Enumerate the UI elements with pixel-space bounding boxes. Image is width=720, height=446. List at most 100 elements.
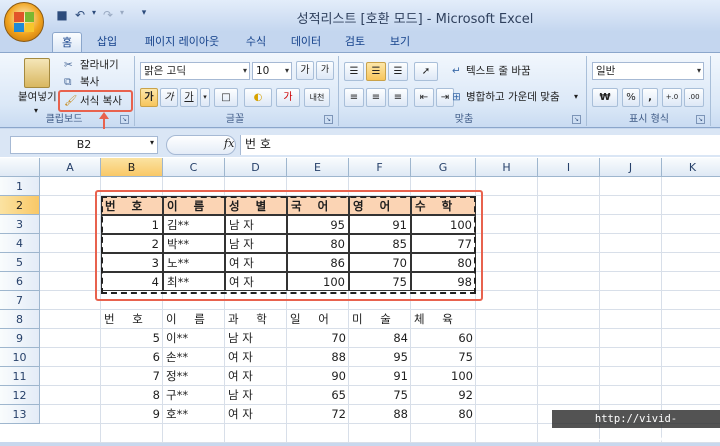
row-header-4[interactable]: 4 — [0, 234, 40, 253]
align-bottom-button[interactable]: ☰ — [388, 62, 408, 81]
format-painter-button[interactable]: 서식 복사 — [80, 92, 122, 110]
table-cell[interactable]: 95 — [349, 348, 411, 367]
font-launcher-icon[interactable]: ↘ — [324, 115, 333, 124]
italic-button[interactable]: 가 — [160, 88, 178, 107]
column-header-h[interactable]: H — [476, 158, 538, 177]
table-cell[interactable]: 5 — [101, 329, 163, 348]
currency-button[interactable]: ₩ — [592, 88, 618, 107]
fill-color-button[interactable]: ◐ — [244, 88, 272, 107]
row-header-5[interactable]: 5 — [0, 253, 40, 272]
formula-input[interactable]: 번 호 — [240, 135, 720, 155]
table-cell[interactable]: 60 — [411, 329, 476, 348]
row-header-13[interactable]: 13 — [0, 405, 40, 424]
tab-insert[interactable]: 삽입 — [88, 32, 126, 52]
bold-button[interactable]: 가 — [140, 88, 158, 107]
table-cell[interactable]: 남 자 — [225, 329, 287, 348]
office-button[interactable] — [4, 2, 44, 42]
increase-decimal-button[interactable]: +.0 — [662, 88, 682, 107]
underline-dropdown-icon[interactable]: ▾ — [200, 88, 210, 107]
column-header-g[interactable]: G — [411, 158, 476, 177]
row-header-11[interactable]: 11 — [0, 367, 40, 386]
font-color-button[interactable]: 가 — [276, 88, 300, 107]
table-cell[interactable]: 구** — [163, 386, 225, 405]
table-cell[interactable]: 9 — [101, 405, 163, 424]
table-cell[interactable]: 호** — [163, 405, 225, 424]
column-header-f[interactable]: F — [349, 158, 411, 177]
tab-page-layout[interactable]: 페이지 레이아웃 — [138, 32, 226, 52]
cut-button[interactable]: 잘라내기 — [80, 56, 119, 74]
row-header-12[interactable]: 12 — [0, 386, 40, 405]
table-cell[interactable]: 남 자 — [225, 386, 287, 405]
table-cell[interactable]: 75 — [349, 386, 411, 405]
copy-icon[interactable]: ⧉ — [64, 73, 72, 91]
column-header-b[interactable]: B — [101, 158, 163, 177]
tab-data[interactable]: 데이터 — [284, 32, 328, 52]
paste-icon[interactable] — [24, 58, 50, 88]
name-box[interactable]: B2 — [10, 136, 158, 154]
tab-review[interactable]: 검토 — [338, 32, 372, 52]
merge-dropdown-icon[interactable]: ▾ — [574, 88, 578, 106]
column-header-a[interactable]: A — [40, 158, 101, 177]
table-cell[interactable]: 7 — [101, 367, 163, 386]
wrap-text-icon[interactable]: ↵ — [452, 62, 461, 80]
table-cell[interactable]: 정** — [163, 367, 225, 386]
table-cell[interactable]: 88 — [349, 405, 411, 424]
phonetic-button[interactable]: 내천 — [304, 88, 330, 107]
font-name-combo[interactable]: 맑은 고딕 ▾ — [140, 62, 250, 80]
table-header-cell[interactable]: 이 름 — [163, 310, 225, 329]
table-cell[interactable]: 91 — [349, 367, 411, 386]
column-header-d[interactable]: D — [225, 158, 287, 177]
orientation-button[interactable]: ➚ — [414, 62, 438, 81]
table-cell[interactable]: 65 — [287, 386, 349, 405]
table-cell[interactable]: 이** — [163, 329, 225, 348]
percent-button[interactable]: % — [622, 88, 640, 107]
row-header-8[interactable]: 8 — [0, 310, 40, 329]
table-cell[interactable]: 88 — [287, 348, 349, 367]
number-launcher-icon[interactable]: ↘ — [696, 115, 705, 124]
row-header-6[interactable]: 6 — [0, 272, 40, 291]
tab-view[interactable]: 보기 — [382, 32, 418, 52]
row-header-9[interactable]: 9 — [0, 329, 40, 348]
column-header-c[interactable]: C — [163, 158, 225, 177]
table-cell[interactable]: 여 자 — [225, 348, 287, 367]
row-header-1[interactable]: 1 — [0, 177, 40, 196]
fx-button[interactable]: fx — [224, 137, 234, 150]
cut-icon[interactable]: ✂ — [64, 56, 73, 74]
table-cell[interactable]: 80 — [411, 405, 476, 424]
align-left-button[interactable]: ≡ — [344, 88, 364, 107]
row-header-2[interactable]: 2 — [0, 196, 40, 215]
wrap-text-button[interactable]: 텍스트 줄 바꿈 — [466, 62, 531, 80]
column-header-k[interactable]: K — [662, 158, 720, 177]
clipboard-launcher-icon[interactable]: ↘ — [120, 115, 129, 124]
row-header-10[interactable]: 10 — [0, 348, 40, 367]
table-header-cell[interactable]: 미 술 — [349, 310, 411, 329]
name-box-dropdown-icon[interactable]: ▾ — [150, 138, 154, 147]
row-header-7[interactable]: 7 — [0, 291, 40, 310]
merge-icon[interactable]: ⊞ — [452, 88, 461, 106]
copy-button[interactable]: 복사 — [80, 73, 99, 91]
table-cell[interactable]: 72 — [287, 405, 349, 424]
table-cell[interactable]: 100 — [411, 367, 476, 386]
table-cell[interactable]: 92 — [411, 386, 476, 405]
border-button[interactable]: □ — [214, 88, 238, 107]
align-top-button[interactable]: ☰ — [344, 62, 364, 81]
table-cell[interactable]: 여 자 — [225, 367, 287, 386]
column-header-i[interactable]: I — [538, 158, 600, 177]
number-format-combo[interactable]: 일반 ▾ — [592, 62, 704, 80]
tab-home[interactable]: 홈 — [52, 32, 82, 52]
underline-button[interactable]: 가 — [180, 88, 198, 107]
table-header-cell[interactable]: 번 호 — [101, 310, 163, 329]
alignment-launcher-icon[interactable]: ↘ — [572, 115, 581, 124]
merge-center-button[interactable]: 병합하고 가운데 맞춤 — [466, 88, 560, 106]
table-cell[interactable]: 70 — [287, 329, 349, 348]
grow-font-button[interactable]: 가 — [296, 61, 314, 80]
table-cell[interactable]: 84 — [349, 329, 411, 348]
table-cell[interactable]: 6 — [101, 348, 163, 367]
font-size-combo[interactable]: 10 ▾ — [252, 62, 292, 80]
shrink-font-button[interactable]: 가 — [316, 61, 334, 80]
indent-decrease-button[interactable]: ⇤ — [414, 88, 434, 107]
table-header-cell[interactable]: 일 어 — [287, 310, 349, 329]
table-header-cell[interactable]: 체 육 — [411, 310, 476, 329]
comma-button[interactable]: , — [642, 88, 658, 107]
format-painter-icon[interactable]: 🖌 — [64, 92, 77, 110]
